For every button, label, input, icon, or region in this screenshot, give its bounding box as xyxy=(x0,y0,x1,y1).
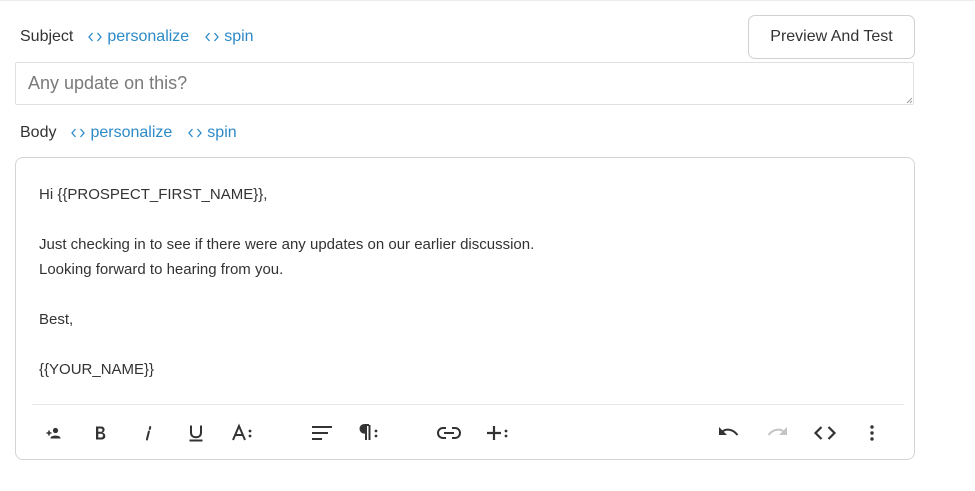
code-brackets-icon xyxy=(88,32,103,42)
subject-personalize-label: personalize xyxy=(107,28,190,45)
paragraph-icon xyxy=(359,424,378,440)
body-line-2: Looking forward to hearing from you. xyxy=(39,261,284,278)
paragraph-button[interactable] xyxy=(355,418,385,448)
toolbar-divider xyxy=(32,404,904,405)
bold-button[interactable] xyxy=(85,418,115,448)
redo-button[interactable] xyxy=(762,418,792,448)
signoff-line: Best, xyxy=(39,311,74,328)
body-editor[interactable]: Hi {{PROSPECT_FIRST_NAME}}, Just checkin… xyxy=(15,157,915,460)
code-brackets-icon xyxy=(205,32,220,42)
top-divider xyxy=(0,0,975,1)
code-view-icon xyxy=(813,426,837,440)
editor-content[interactable]: Hi {{PROSPECT_FIRST_NAME}}, Just checkin… xyxy=(39,182,889,382)
subject-label-row: Subject personalize spin xyxy=(20,28,254,46)
subject-spin-link[interactable]: spin xyxy=(205,28,254,46)
underline-icon xyxy=(189,425,203,442)
code-view-button[interactable] xyxy=(810,418,840,448)
body-label: Body xyxy=(20,124,57,141)
align-icon xyxy=(312,426,332,440)
subject-spin-label: spin xyxy=(224,28,254,45)
italic-button[interactable] xyxy=(133,418,163,448)
preview-and-test-button[interactable]: Preview And Test xyxy=(748,15,915,59)
undo-button[interactable] xyxy=(714,418,744,448)
more-options-button[interactable] xyxy=(857,418,887,448)
insert-icon xyxy=(487,426,508,440)
insert-button[interactable] xyxy=(483,418,513,448)
link-icon xyxy=(436,427,462,439)
redo-icon xyxy=(767,427,787,436)
subject-label: Subject xyxy=(20,28,74,45)
code-brackets-icon xyxy=(71,128,86,138)
align-button[interactable] xyxy=(307,418,337,448)
undo-icon xyxy=(719,427,739,436)
greeting-line: Hi {{PROSPECT_FIRST_NAME}}, xyxy=(39,186,268,203)
font-size-icon xyxy=(232,423,252,441)
subject-input[interactable] xyxy=(15,62,914,105)
body-spin-label: spin xyxy=(207,124,237,141)
add-person-button[interactable] xyxy=(39,418,69,448)
font-size-button[interactable] xyxy=(228,418,258,448)
body-spin-link[interactable]: spin xyxy=(188,124,237,142)
italic-icon xyxy=(145,426,152,441)
add-person-icon xyxy=(46,427,61,439)
underline-button[interactable] xyxy=(181,418,211,448)
more-icon xyxy=(870,425,874,441)
bold-icon xyxy=(96,426,106,440)
code-brackets-icon xyxy=(188,128,203,138)
body-personalize-label: personalize xyxy=(90,124,173,141)
body-label-row: Body personalize spin xyxy=(20,124,237,142)
signature-line: {{YOUR_NAME}} xyxy=(39,361,155,378)
subject-personalize-link[interactable]: personalize xyxy=(88,28,189,46)
resize-grip-icon[interactable] xyxy=(905,96,913,104)
body-personalize-link[interactable]: personalize xyxy=(71,124,172,142)
link-button[interactable] xyxy=(434,418,464,448)
body-line-1: Just checking in to see if there were an… xyxy=(39,236,535,253)
